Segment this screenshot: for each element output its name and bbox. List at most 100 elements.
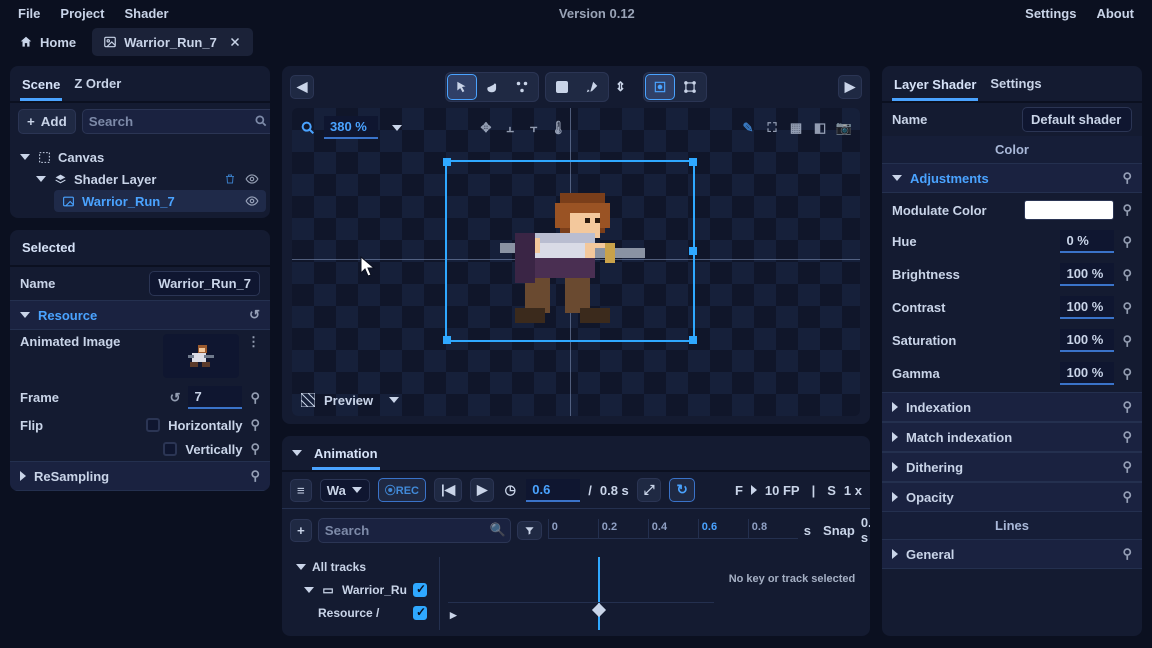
track-1-toggle[interactable]	[413, 583, 427, 597]
viewport[interactable]: 380 % ✥ ⫠ ⫟ 🌡 ✎ ⛶ ▦ ◧ 📷	[292, 108, 860, 416]
resource-section[interactable]: Resource	[38, 308, 97, 323]
reset-icon[interactable]: ↺	[249, 307, 260, 323]
shader-name-value[interactable]: Default shader	[1022, 107, 1132, 132]
brush-tool[interactable]	[578, 75, 606, 99]
menu-shader[interactable]: Shader	[114, 2, 178, 25]
tree-canvas[interactable]: Canvas	[14, 146, 266, 168]
tab-active[interactable]: Warrior_Run_7	[92, 28, 253, 56]
chevron-right-icon[interactable]	[892, 492, 898, 502]
misc-tool-1[interactable]: ⇕	[615, 79, 637, 95]
center-icon[interactable]: ✥	[478, 120, 494, 136]
chevron-right-icon[interactable]	[892, 432, 898, 442]
key-icon[interactable]: ⚲	[1122, 459, 1132, 475]
menu-project[interactable]: Project	[50, 2, 114, 25]
key-icon[interactable]: ⚲	[1122, 300, 1132, 316]
resampling-section[interactable]: ReSampling	[34, 469, 109, 484]
eye-icon[interactable]	[244, 171, 260, 187]
chevron-down-icon[interactable]	[292, 450, 302, 456]
trash-icon[interactable]	[222, 171, 238, 187]
checker-icon[interactable]: ◧	[812, 120, 828, 136]
zorder-tab[interactable]: Z Order	[72, 72, 123, 95]
modulate-swatch[interactable]	[1024, 200, 1114, 220]
scene-tab[interactable]: Scene	[20, 73, 62, 101]
track-filter-button[interactable]	[517, 521, 542, 540]
track-2-toggle[interactable]	[413, 606, 427, 620]
snap-value[interactable]: 0.1 s	[861, 515, 870, 545]
scene-search-input[interactable]	[82, 109, 270, 134]
add-button[interactable]: +Add	[18, 109, 76, 134]
prev-frame-button[interactable]: |◀	[434, 478, 462, 502]
menu-settings[interactable]: Settings	[1015, 2, 1086, 25]
layer-shader-tab[interactable]: Layer Shader	[892, 73, 978, 101]
tree-shader-layer[interactable]: Shader Layer	[14, 168, 266, 190]
align-top-icon[interactable]: ⫟	[526, 120, 542, 136]
reset-icon[interactable]: ↺	[170, 390, 181, 406]
hue-value[interactable]: 0 %	[1060, 230, 1114, 253]
expand-button[interactable]: ⤢	[637, 478, 662, 502]
adjustments-section[interactable]: Adjustments	[910, 171, 989, 186]
key-icon[interactable]: ⚲	[1122, 399, 1132, 415]
record-button[interactable]: ⦿REC	[378, 478, 426, 502]
general-section[interactable]: General	[906, 547, 954, 562]
clip-select[interactable]: Wa	[320, 479, 370, 502]
track-2[interactable]: Resource /	[290, 603, 433, 623]
select-tool[interactable]	[448, 75, 476, 99]
bounds-tool[interactable]	[646, 75, 674, 99]
brightness-value[interactable]: 100 %	[1060, 263, 1114, 286]
fps-value[interactable]: 10 FP	[765, 483, 800, 498]
scale-value[interactable]: 1 x	[844, 483, 862, 498]
nodes-tool[interactable]	[508, 75, 536, 99]
flip-v-checkbox[interactable]	[163, 442, 177, 456]
flip-h-checkbox[interactable]	[146, 418, 160, 432]
track-search-input[interactable]	[318, 518, 511, 543]
opacity-section[interactable]: Opacity	[906, 490, 954, 505]
indexation-section[interactable]: Indexation	[906, 400, 971, 415]
pan-tool[interactable]	[478, 75, 506, 99]
zoom-value[interactable]: 380 %	[324, 116, 378, 139]
chevron-right-icon[interactable]	[892, 462, 898, 472]
grid-icon[interactable]: ▦	[788, 120, 804, 136]
transform-tool[interactable]	[676, 75, 704, 99]
chevron-right-icon[interactable]	[892, 549, 898, 559]
align-left-icon[interactable]: ⫠	[502, 120, 518, 136]
magic-icon[interactable]: ✎	[740, 120, 756, 136]
saturation-value[interactable]: 100 %	[1060, 329, 1114, 352]
more-icon[interactable]: ⋮	[247, 334, 260, 350]
timeline[interactable]: ▸	[448, 557, 714, 630]
zoom-icon[interactable]	[300, 120, 316, 136]
time-current[interactable]: 0.6	[526, 479, 580, 502]
close-icon[interactable]	[227, 34, 243, 50]
gamma-value[interactable]: 100 %	[1060, 362, 1114, 385]
chevron-right-icon[interactable]	[751, 485, 757, 495]
nav-next-button[interactable]: ▶	[838, 75, 862, 99]
play-button[interactable]: ▶	[470, 478, 494, 502]
resource-thumbnail[interactable]	[163, 334, 239, 378]
thermometer-icon[interactable]: 🌡	[550, 120, 566, 136]
tab-home[interactable]: Home	[8, 28, 86, 56]
name-value[interactable]: Warrior_Run_7	[149, 271, 260, 296]
key-icon[interactable]: ⚲	[1122, 489, 1132, 505]
nav-prev-button[interactable]: ◀	[290, 75, 314, 99]
key-icon[interactable]: ⚲	[1122, 546, 1132, 562]
add-track-button[interactable]: +	[290, 519, 312, 542]
chevron-right-icon[interactable]	[20, 471, 26, 481]
chevron-right-icon[interactable]	[892, 402, 898, 412]
chevron-down-icon[interactable]	[20, 312, 30, 318]
chevron-down-icon[interactable]	[392, 125, 402, 131]
camera-icon[interactable]: 📷	[836, 120, 852, 136]
chevron-down-icon[interactable]	[389, 397, 399, 403]
key-icon[interactable]: ⚲	[1122, 366, 1132, 382]
key-icon[interactable]: ⚲	[1122, 234, 1132, 250]
eye-icon[interactable]	[244, 193, 260, 209]
crop-icon[interactable]: ⛶	[764, 120, 780, 136]
tree-sprite[interactable]: Warrior_Run_7	[54, 190, 266, 212]
keyframe[interactable]	[592, 603, 606, 617]
key-icon[interactable]: ⚲	[250, 441, 260, 457]
frame-value[interactable]: 7	[188, 386, 242, 409]
loop-button[interactable]: ↻	[669, 478, 694, 502]
key-icon[interactable]: ⚲	[250, 390, 260, 406]
key-icon[interactable]: ⚲	[1122, 170, 1132, 186]
shader-settings-tab[interactable]: Settings	[988, 72, 1043, 95]
track-1[interactable]: ▭Warrior_Ru	[290, 579, 433, 601]
menu-file[interactable]: File	[8, 2, 50, 25]
